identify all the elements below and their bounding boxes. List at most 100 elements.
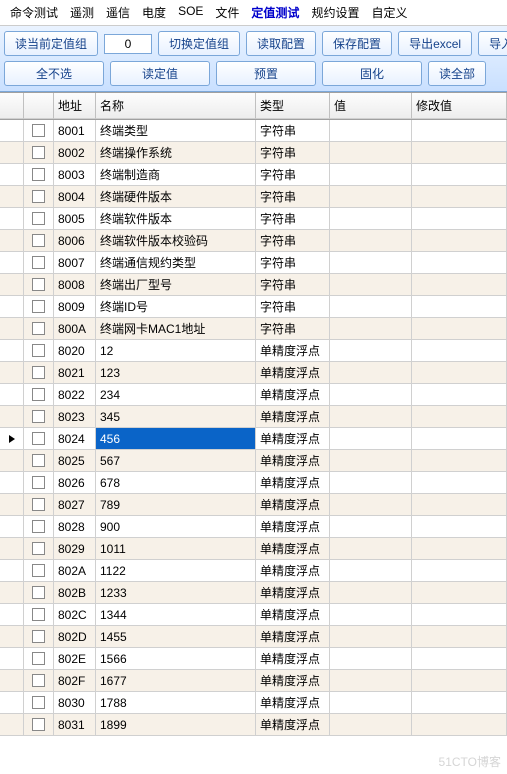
cell-name[interactable]: 终端网卡MAC1地址 <box>96 318 256 340</box>
table-row[interactable]: 8026678单精度浮点 <box>0 472 507 494</box>
cell-mod-value[interactable] <box>412 714 507 736</box>
export-excel-button[interactable]: 导出excel <box>398 31 472 56</box>
cell-type[interactable]: 单精度浮点 <box>256 340 330 362</box>
table-row[interactable]: 8003终端制造商字符串 <box>0 164 507 186</box>
table-row[interactable]: 8023345单精度浮点 <box>0 406 507 428</box>
cell-mod-value[interactable] <box>412 252 507 274</box>
cell-mod-value[interactable] <box>412 450 507 472</box>
read-config-button[interactable]: 读取配置 <box>246 31 316 56</box>
cell-mod-value[interactable] <box>412 164 507 186</box>
cell-mod-value[interactable] <box>412 692 507 714</box>
cell-name[interactable]: 1788 <box>96 692 256 714</box>
table-row[interactable]: 8004终端硬件版本字符串 <box>0 186 507 208</box>
cell-name[interactable]: 终端制造商 <box>96 164 256 186</box>
cell-value[interactable] <box>330 296 412 318</box>
cell-name[interactable]: 终端ID号 <box>96 296 256 318</box>
table-row[interactable]: 8027789单精度浮点 <box>0 494 507 516</box>
table-row[interactable]: 802A1122单精度浮点 <box>0 560 507 582</box>
cell-address[interactable]: 8023 <box>54 406 96 428</box>
row-checkbox[interactable] <box>32 586 45 599</box>
header-address[interactable]: 地址 <box>54 93 96 119</box>
group-number-input[interactable] <box>104 34 152 54</box>
row-checkbox[interactable] <box>32 476 45 489</box>
table-row[interactable]: 8022234单精度浮点 <box>0 384 507 406</box>
cell-type[interactable]: 单精度浮点 <box>256 538 330 560</box>
row-checkbox[interactable] <box>32 146 45 159</box>
row-checkbox[interactable] <box>32 168 45 181</box>
table-row[interactable]: 80311899单精度浮点 <box>0 714 507 736</box>
cell-address[interactable]: 8031 <box>54 714 96 736</box>
cell-type[interactable]: 单精度浮点 <box>256 384 330 406</box>
table-row[interactable]: 80291011单精度浮点 <box>0 538 507 560</box>
cell-address[interactable]: 8005 <box>54 208 96 230</box>
cell-mod-value[interactable] <box>412 560 507 582</box>
cell-name[interactable]: 1233 <box>96 582 256 604</box>
read-value-button[interactable]: 读定值 <box>110 61 210 86</box>
row-checkbox[interactable] <box>32 124 45 137</box>
cell-type[interactable]: 单精度浮点 <box>256 494 330 516</box>
cell-value[interactable] <box>330 142 412 164</box>
cell-mod-value[interactable] <box>412 604 507 626</box>
cell-mod-value[interactable] <box>412 142 507 164</box>
cell-type[interactable]: 单精度浮点 <box>256 516 330 538</box>
cell-value[interactable] <box>330 538 412 560</box>
cell-name[interactable]: 789 <box>96 494 256 516</box>
preset-button[interactable]: 预置 <box>216 61 316 86</box>
row-checkbox[interactable] <box>32 234 45 247</box>
cell-name[interactable]: 1566 <box>96 648 256 670</box>
table-row[interactable]: 8005终端软件版本字符串 <box>0 208 507 230</box>
cell-value[interactable] <box>330 626 412 648</box>
table-row[interactable]: 8007终端通信规约类型字符串 <box>0 252 507 274</box>
cell-type[interactable]: 字符串 <box>256 318 330 340</box>
cell-value[interactable] <box>330 560 412 582</box>
cell-name[interactable]: 终端软件版本 <box>96 208 256 230</box>
cell-type[interactable]: 字符串 <box>256 120 330 142</box>
cell-value[interactable] <box>330 406 412 428</box>
cell-address[interactable]: 8004 <box>54 186 96 208</box>
cell-value[interactable] <box>330 714 412 736</box>
menu-item-1[interactable]: 遥测 <box>64 2 100 23</box>
row-checkbox[interactable] <box>32 454 45 467</box>
cell-address[interactable]: 802E <box>54 648 96 670</box>
menu-item-8[interactable]: 自定义 <box>365 2 413 23</box>
cell-type[interactable]: 单精度浮点 <box>256 692 330 714</box>
cell-mod-value[interactable] <box>412 274 507 296</box>
cell-value[interactable] <box>330 252 412 274</box>
cell-mod-value[interactable] <box>412 208 507 230</box>
table-row[interactable]: 800A终端网卡MAC1地址字符串 <box>0 318 507 340</box>
import-button[interactable]: 导入 <box>478 31 507 56</box>
cell-mod-value[interactable] <box>412 648 507 670</box>
row-checkbox[interactable] <box>32 498 45 511</box>
select-none-button[interactable]: 全不选 <box>4 61 104 86</box>
row-checkbox[interactable] <box>32 344 45 357</box>
cell-mod-value[interactable] <box>412 406 507 428</box>
menu-item-2[interactable]: 遥信 <box>100 2 136 23</box>
cell-name[interactable]: 234 <box>96 384 256 406</box>
header-mod-value[interactable]: 修改值 <box>412 93 507 119</box>
cell-value[interactable] <box>330 428 412 450</box>
cell-name[interactable]: 终端类型 <box>96 120 256 142</box>
cell-address[interactable]: 8002 <box>54 142 96 164</box>
cell-name[interactable]: 456 <box>96 428 256 450</box>
row-checkbox[interactable] <box>32 190 45 203</box>
cell-address[interactable]: 802B <box>54 582 96 604</box>
table-row[interactable]: 8002终端操作系统字符串 <box>0 142 507 164</box>
table-row[interactable]: 8008终端出厂型号字符串 <box>0 274 507 296</box>
cell-value[interactable] <box>330 230 412 252</box>
cell-address[interactable]: 802F <box>54 670 96 692</box>
cell-type[interactable]: 单精度浮点 <box>256 626 330 648</box>
cell-value[interactable] <box>330 692 412 714</box>
table-row[interactable]: 802E1566单精度浮点 <box>0 648 507 670</box>
row-checkbox[interactable] <box>32 256 45 269</box>
cell-mod-value[interactable] <box>412 296 507 318</box>
row-checkbox[interactable] <box>32 674 45 687</box>
cell-address[interactable]: 8020 <box>54 340 96 362</box>
cell-type[interactable]: 单精度浮点 <box>256 648 330 670</box>
cell-value[interactable] <box>330 164 412 186</box>
save-config-button[interactable]: 保存配置 <box>322 31 392 56</box>
menu-item-6[interactable]: 定值测试 <box>245 2 305 23</box>
table-row[interactable]: 802012单精度浮点 <box>0 340 507 362</box>
row-checkbox[interactable] <box>32 432 45 445</box>
cell-address[interactable]: 8007 <box>54 252 96 274</box>
cell-address[interactable]: 800A <box>54 318 96 340</box>
